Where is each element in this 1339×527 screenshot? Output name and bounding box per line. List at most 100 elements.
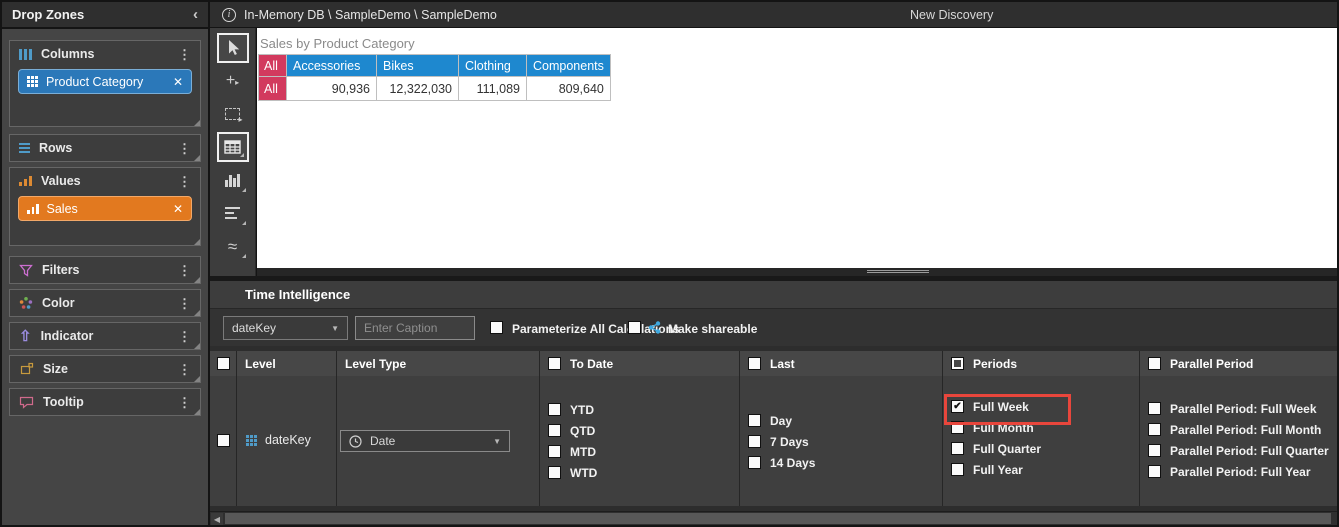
filters-menu-icon[interactable]: ⋮: [178, 264, 191, 277]
wtd-checkbox[interactable]: [548, 466, 561, 479]
color-zone: Color ⋮: [9, 289, 201, 317]
tooltip-zone-header[interactable]: Tooltip ⋮: [10, 389, 200, 415]
pivot-column-header[interactable]: Components: [527, 55, 611, 77]
parallel-full-month-checkbox[interactable]: [1148, 423, 1161, 436]
parallel-period-cell: Parallel Period: Full Week Parallel Peri…: [1140, 376, 1337, 506]
line-chart-visual-button[interactable]: ≈: [217, 231, 249, 261]
color-dots-icon: [19, 296, 33, 310]
periods-header-checkbox[interactable]: [951, 357, 964, 370]
full-quarter-checkbox[interactable]: [951, 442, 964, 455]
tooltip-menu-icon[interactable]: ⋮: [178, 396, 191, 409]
values-zone-header[interactable]: Values ⋮: [10, 168, 200, 194]
collapse-sidebar-icon[interactable]: ‹: [193, 7, 198, 22]
pivot-column-header[interactable]: Clothing: [459, 55, 527, 77]
values-zone: Values ⋮ Sales ✕: [9, 167, 201, 246]
horizontal-scrollbar[interactable]: ◀: [210, 511, 1337, 525]
parallel-period-header-cell: Parallel Period: [1140, 351, 1337, 376]
indicator-zone-header[interactable]: ⇧ Indicator ⋮: [10, 323, 200, 349]
hierarchy-dropdown-value: dateKey: [232, 321, 276, 335]
7-days-checkbox[interactable]: [748, 435, 761, 448]
parallel-full-quarter-checkbox[interactable]: [1148, 444, 1161, 457]
up-arrow-icon: ⇧: [19, 329, 32, 344]
full-week-checkbox[interactable]: [951, 400, 964, 413]
last-header-checkbox[interactable]: [748, 357, 761, 370]
parallel-period-option: Parallel Period: Full Year: [1148, 465, 1337, 478]
mtd-checkbox[interactable]: [548, 445, 561, 458]
periods-header-cell: Periods: [943, 351, 1140, 376]
select-all-checkbox[interactable]: [217, 357, 230, 370]
caption-input[interactable]: [355, 316, 475, 340]
add-point-tool-button[interactable]: +▸: [217, 66, 249, 96]
option-label: WTD: [570, 466, 597, 480]
make-shareable-checkbox[interactable]: [628, 321, 641, 334]
chip-label: Product Category: [46, 75, 143, 89]
pivot-value-cell[interactable]: 111,089: [459, 77, 527, 101]
pivot-value-cell[interactable]: 809,640: [527, 77, 611, 101]
pivot-value-cell[interactable]: 90,936: [287, 77, 377, 101]
columns-menu-icon[interactable]: ⋮: [178, 48, 191, 61]
pointer-tool-button[interactable]: [217, 33, 249, 63]
pivot-row-header[interactable]: All: [259, 77, 287, 101]
visual-toolbar: +▸ ▸ ≈: [210, 28, 256, 276]
day-checkbox[interactable]: [748, 414, 761, 427]
last-option: Day: [748, 414, 942, 427]
size-zone-header[interactable]: Size ⋮: [10, 356, 200, 382]
parallel-period-option: Parallel Period: Full Week: [1148, 402, 1337, 415]
level-type-dropdown[interactable]: Date ▼: [340, 430, 510, 452]
pivot-column-header[interactable]: Bikes: [377, 55, 459, 77]
level-header-label: Level: [245, 357, 276, 371]
columns-zone-header[interactable]: Columns ⋮: [10, 41, 200, 67]
select-all-header-cell: [210, 351, 237, 376]
parallel-full-week-checkbox[interactable]: [1148, 402, 1161, 415]
scatter-chart-visual-button[interactable]: [217, 264, 249, 276]
indicator-menu-icon[interactable]: ⋮: [178, 330, 191, 343]
periods-option-full-week: Full Week: [951, 400, 1139, 413]
pointer-icon: [224, 39, 242, 57]
scroll-left-arrow-icon[interactable]: ◀: [211, 513, 223, 525]
panel-splitter[interactable]: [257, 268, 1337, 276]
parallel-period-header-checkbox[interactable]: [1148, 357, 1161, 370]
parameterize-checkbox[interactable]: [490, 321, 503, 334]
size-menu-icon[interactable]: ⋮: [178, 363, 191, 376]
marquee-select-tool-button[interactable]: ▸: [217, 99, 249, 129]
values-drop-space[interactable]: [10, 223, 200, 245]
qtd-checkbox[interactable]: [548, 424, 561, 437]
indicator-label: Indicator: [41, 329, 94, 343]
row-checkbox[interactable]: [217, 434, 230, 447]
pivot-column-header[interactable]: Accessories: [287, 55, 377, 77]
pivot-header-row: All Accessories Bikes Clothing Component…: [259, 55, 611, 77]
parallel-full-year-checkbox[interactable]: [1148, 465, 1161, 478]
bar-chart-visual-button[interactable]: [217, 198, 249, 228]
dimension-grid-icon: [27, 76, 38, 87]
pivot-value-cell[interactable]: 12,322,030: [377, 77, 459, 101]
chip-product-category[interactable]: Product Category ✕: [18, 69, 192, 94]
scrollbar-thumb[interactable]: [225, 513, 1331, 524]
level-type-header-label: Level Type: [345, 357, 406, 371]
info-icon[interactable]: i: [222, 8, 236, 22]
column-chart-visual-button[interactable]: [217, 165, 249, 195]
full-month-checkbox[interactable]: [951, 421, 964, 434]
size-label: Size: [43, 362, 68, 376]
remove-chip-icon[interactable]: ✕: [173, 202, 183, 216]
ytd-checkbox[interactable]: [548, 403, 561, 416]
chip-sales[interactable]: Sales ✕: [18, 196, 192, 221]
level-header-cell: Level: [237, 351, 337, 376]
rows-zone-header[interactable]: Rows ⋮: [10, 135, 200, 161]
pivot-corner-cell[interactable]: All: [259, 55, 287, 77]
grid-visual-button[interactable]: [217, 132, 249, 162]
rows-menu-icon[interactable]: ⋮: [178, 142, 191, 155]
values-menu-icon[interactable]: ⋮: [178, 175, 191, 188]
columns-drop-space[interactable]: [10, 96, 200, 126]
color-zone-header[interactable]: Color ⋮: [10, 290, 200, 316]
14-days-checkbox[interactable]: [748, 456, 761, 469]
full-year-checkbox[interactable]: [951, 463, 964, 476]
filters-zone-header[interactable]: Filters ⋮: [10, 257, 200, 283]
remove-chip-icon[interactable]: ✕: [173, 75, 183, 89]
columns-icon: [19, 49, 32, 60]
pivot-grid: All Accessories Bikes Clothing Component…: [258, 54, 611, 101]
color-menu-icon[interactable]: ⋮: [178, 297, 191, 310]
hierarchy-dropdown[interactable]: dateKey ▼: [223, 316, 348, 340]
share-icon: [647, 320, 662, 335]
color-label: Color: [42, 296, 75, 310]
to-date-header-checkbox[interactable]: [548, 357, 561, 370]
